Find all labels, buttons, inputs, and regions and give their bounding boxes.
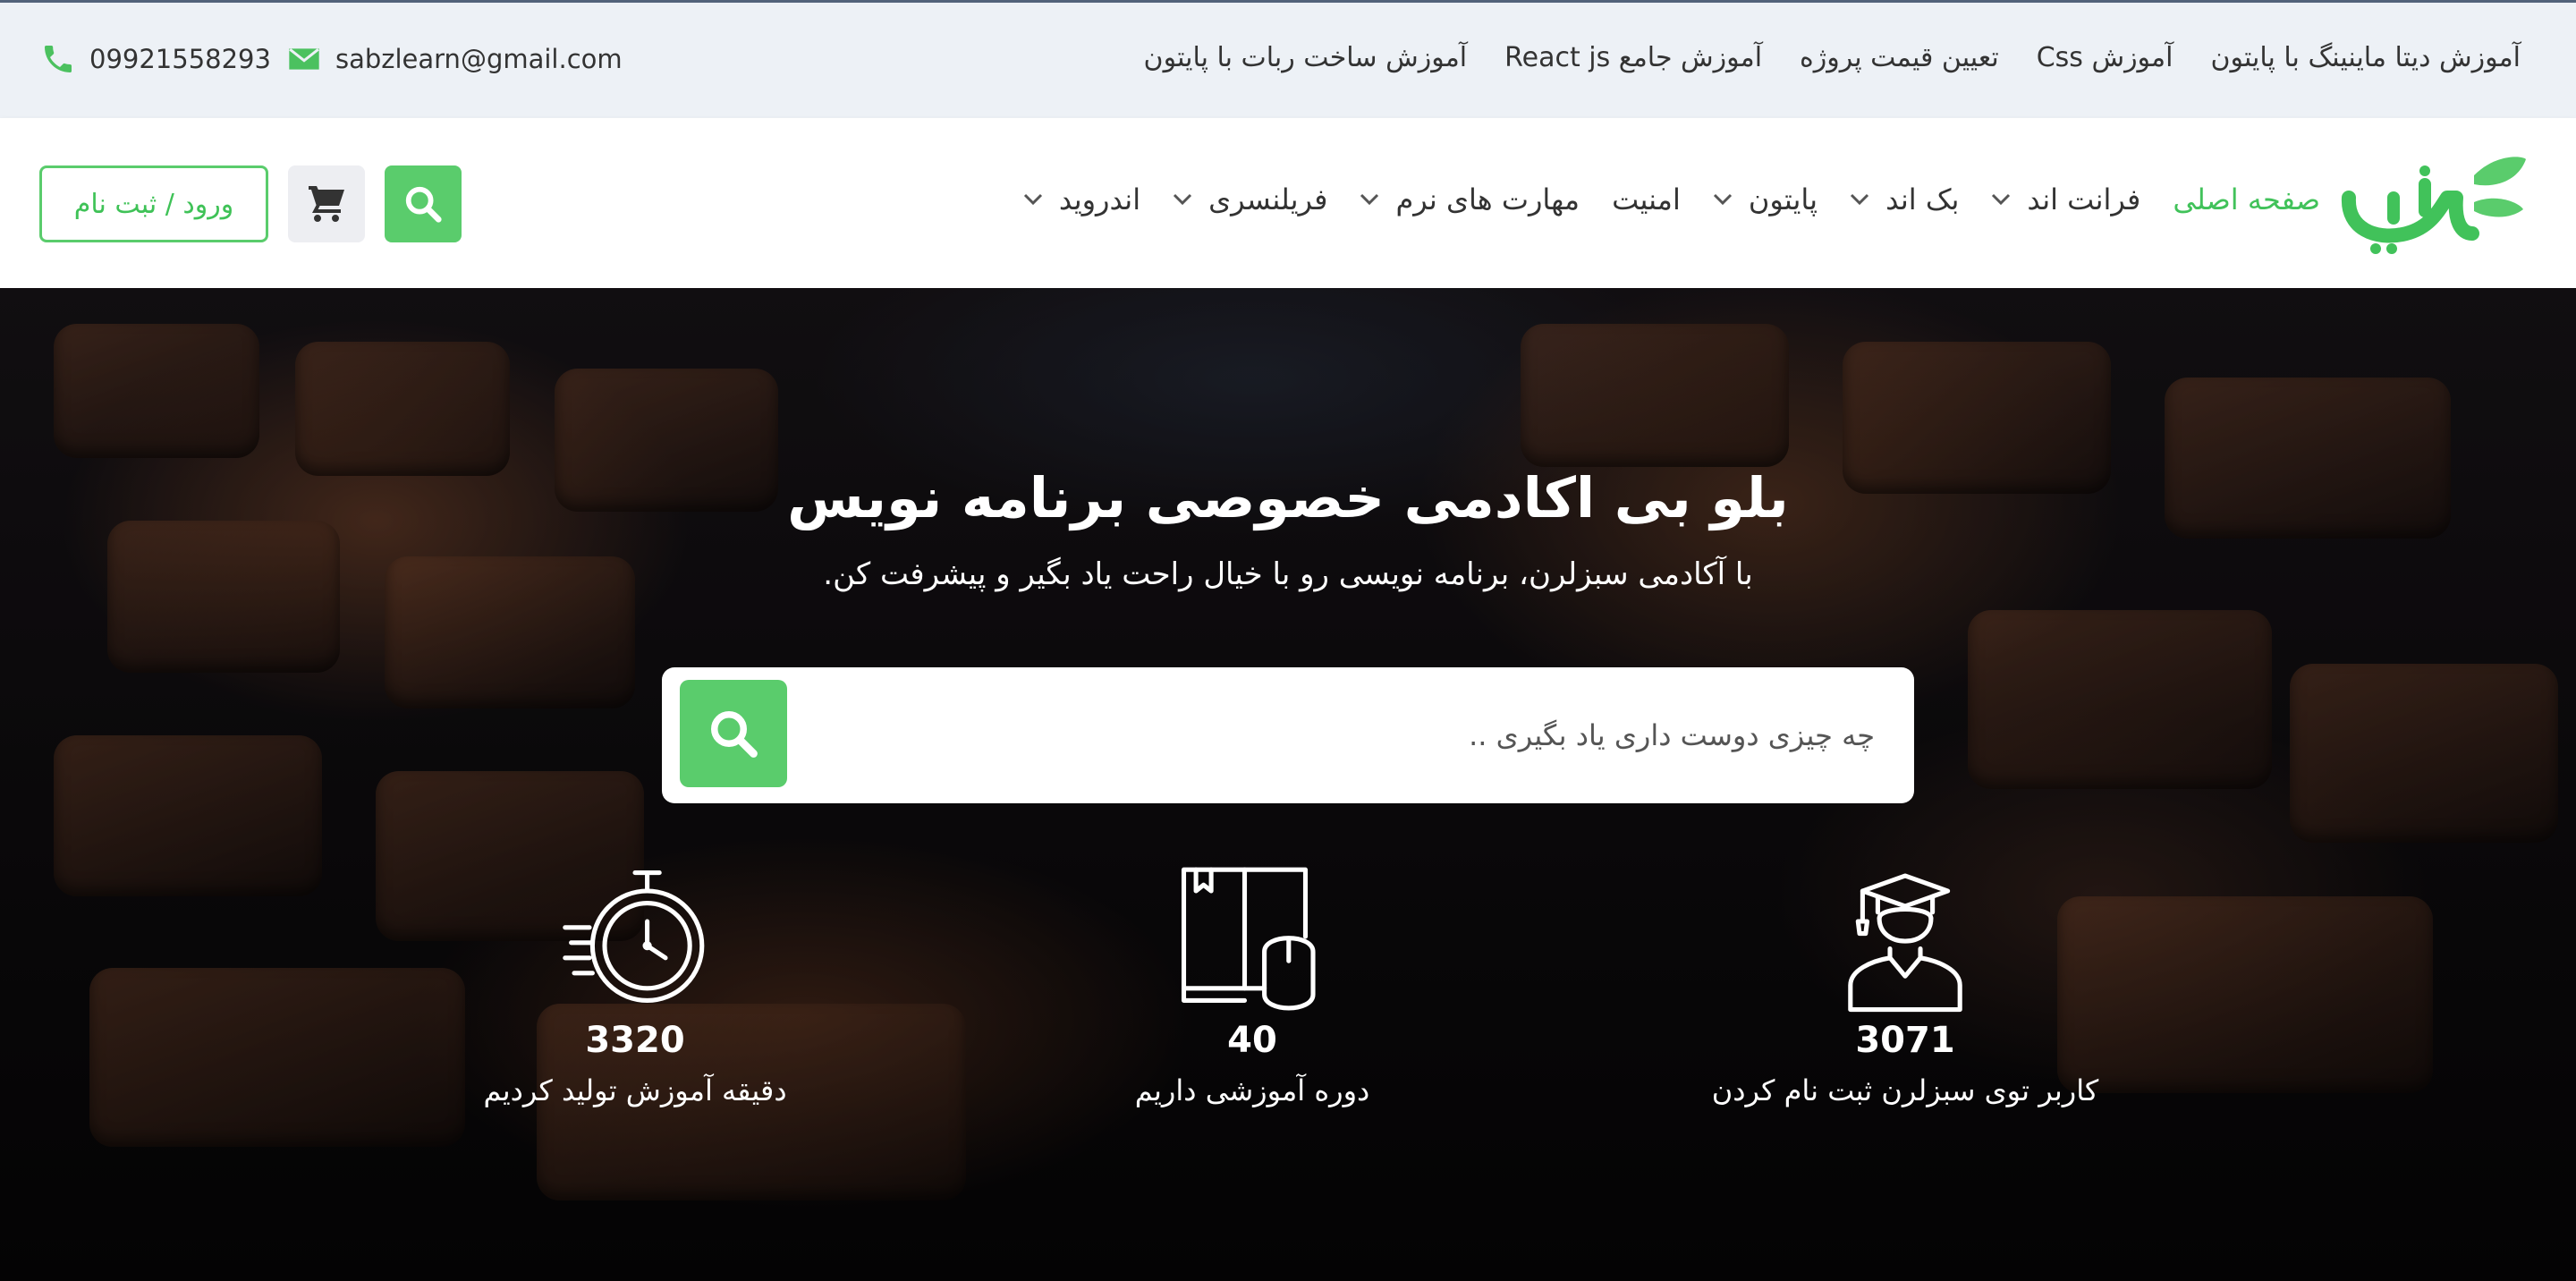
header-actions: ورود / ثبت نام <box>39 165 462 242</box>
cart-button[interactable] <box>288 165 365 242</box>
stat-minutes: 3320 دقیقه آموزش تولید کردیم <box>367 861 903 1107</box>
chevron-down-icon <box>1851 193 1869 206</box>
stat-value: 3071 <box>1855 1020 1955 1061</box>
stat-registered-users: 3071 کاربر توی سبزلرن ثبت نام کردن <box>1637 861 2174 1107</box>
email-contact[interactable]: sabzlearn@gmail.com <box>285 40 623 78</box>
email-address: sabzlearn@gmail.com <box>335 44 623 74</box>
logo-mark <box>2342 157 2526 254</box>
nav-label: امنیت <box>1612 182 1681 216</box>
main-header: صفحه اصلی فرانت اند بک اند پایتون امنیت … <box>0 118 2576 288</box>
top-link-react[interactable]: آموزش جامع React js <box>1504 42 1762 73</box>
nav-item-security[interactable]: امنیت <box>1612 182 1681 216</box>
nav-item-android[interactable]: اندروید <box>1023 182 1140 216</box>
phone-number: 09921558293 <box>89 44 271 74</box>
graduate-icon <box>1848 873 1962 1013</box>
main-nav: صفحه اصلی فرانت اند بک اند پایتون امنیت … <box>1023 182 2320 216</box>
stat-label: دقیقه آموزش تولید کردیم <box>483 1073 787 1107</box>
phone-icon <box>39 40 77 78</box>
nav-item-home[interactable]: صفحه اصلی <box>2173 182 2320 216</box>
chevron-down-icon <box>1713 193 1732 206</box>
login-register-button[interactable]: ورود / ثبت نام <box>39 165 268 242</box>
envelope-icon <box>285 40 323 78</box>
chevron-down-icon <box>1992 193 2011 206</box>
hero-section: بلو بی اکادمی خصوصی برنامه نویس با آکادم… <box>0 288 2576 1281</box>
search-icon <box>711 711 758 758</box>
nav-item-freelancing[interactable]: فریلنسری <box>1173 182 1327 216</box>
contact-info: 09921558293 sabzlearn@gmail.com <box>39 40 637 78</box>
top-link-data-mining[interactable]: آموزش دیتا ماینینگ با پایتون <box>2210 42 2521 73</box>
nav-item-soft-skills[interactable]: مهارت های نرم <box>1360 182 1580 216</box>
stat-label: کاربر توی سبزلرن ثبت نام کردن <box>1711 1073 2099 1107</box>
stat-value: 40 <box>1227 1020 1277 1061</box>
stat-label: دوره آموزشی داریم <box>1134 1073 1370 1107</box>
nav-label: فریلنسری <box>1208 182 1328 216</box>
stat-value: 3320 <box>585 1020 685 1061</box>
top-link-python-bot[interactable]: آموزش ساخت ربات با پایتون <box>1144 42 1468 73</box>
nav-item-python[interactable]: پایتون <box>1713 182 1818 216</box>
nav-item-frontend[interactable]: فرانت اند <box>1991 182 2140 216</box>
top-links: آموزش دیتا ماینینگ با پایتون آموزش Css ت… <box>1144 42 2521 73</box>
nav-label: بک اند <box>1885 182 1960 216</box>
nav-label: صفحه اصلی <box>2173 182 2320 216</box>
chevron-down-icon <box>1174 193 1192 206</box>
nav-label: پایتون <box>1748 182 1818 216</box>
top-link-css[interactable]: آموزش Css <box>2037 42 2174 73</box>
chevron-down-icon <box>1023 193 1042 206</box>
hero-title: بلو بی اکادمی خصوصی برنامه نویس <box>787 465 1789 530</box>
hero-search-button[interactable] <box>680 680 787 787</box>
search-icon <box>405 186 442 223</box>
site-logo[interactable] <box>2340 148 2528 256</box>
nav-label: مهارت های نرم <box>1395 182 1580 216</box>
cart-icon <box>309 186 344 222</box>
hero-subtitle: با آکادمی سبزلرن، برنامه نویسی رو با خیا… <box>823 556 1753 592</box>
chevron-down-icon <box>1360 193 1379 206</box>
phone-contact[interactable]: 09921558293 <box>39 40 271 78</box>
header-search-button[interactable] <box>385 165 462 242</box>
top-link-project-pricing[interactable]: تعیین قیمت پروژه <box>1800 42 1999 73</box>
book-mouse-icon <box>1181 867 1316 1011</box>
stopwatch-icon <box>563 870 705 1003</box>
nav-item-backend[interactable]: بک اند <box>1850 182 1959 216</box>
nav-label: فرانت اند <box>2027 182 2141 216</box>
hero-search-input[interactable] <box>864 667 1875 803</box>
stat-courses: 40 دوره آموزشی داریم <box>984 861 1521 1107</box>
hero-search-box <box>662 667 1914 803</box>
nav-label: اندروید <box>1058 182 1141 216</box>
top-bar: آموزش دیتا ماینینگ با پایتون آموزش Css ت… <box>0 0 2576 118</box>
